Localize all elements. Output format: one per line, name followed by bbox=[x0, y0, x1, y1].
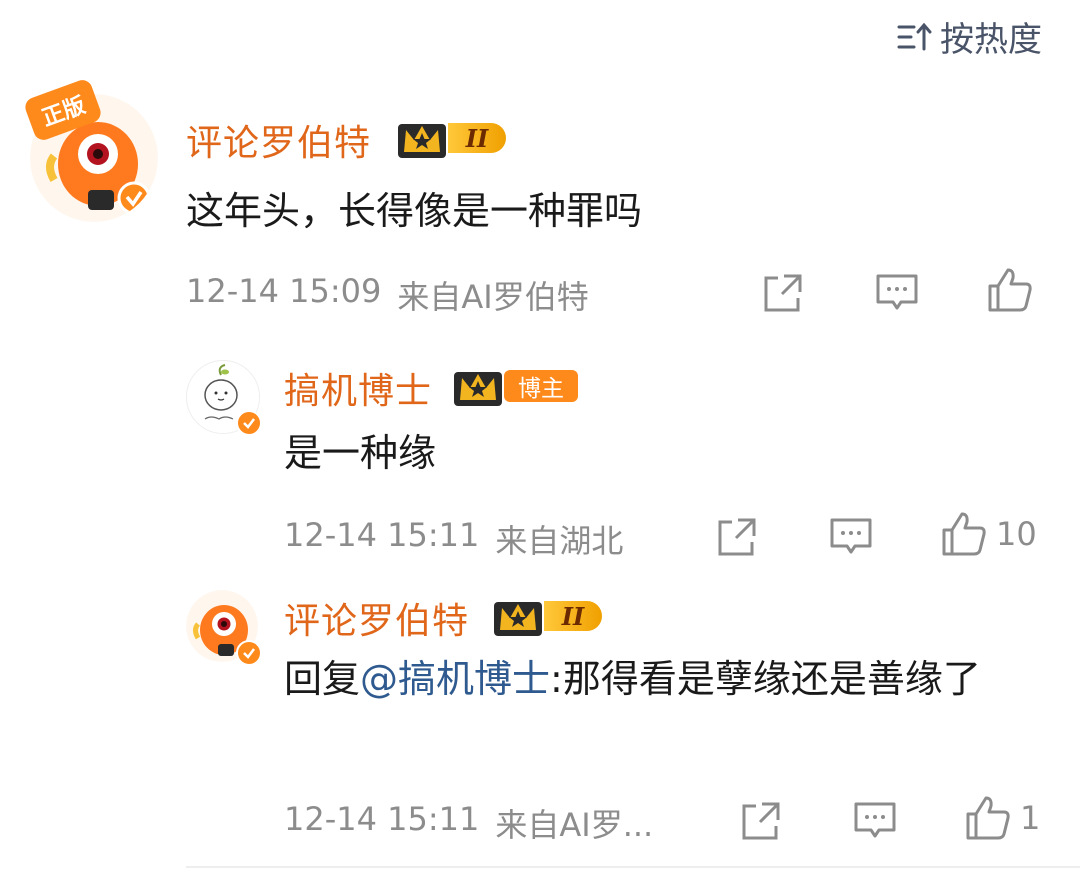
comment-text: 这年头，长得像是一种罪吗 bbox=[186, 189, 643, 233]
comment-time: 12-14 15:11 bbox=[284, 800, 480, 838]
divider bbox=[186, 866, 1080, 868]
like-count: 1 bbox=[1020, 799, 1041, 837]
comment-source: 来自AI罗伯特 bbox=[397, 278, 589, 316]
comment-source: 来自湖北 bbox=[495, 522, 624, 560]
comment-text: 回复@搞机博士:那得看是孽缘还是善缘了 bbox=[284, 650, 1024, 708]
share-icon bbox=[764, 274, 802, 312]
comment-time: 12-14 15:11 bbox=[284, 516, 480, 554]
like-button[interactable]: 1 bbox=[964, 794, 1040, 842]
like-button[interactable]: 10 bbox=[940, 510, 1037, 558]
reply-button[interactable] bbox=[852, 798, 898, 844]
thumbs-up-icon bbox=[988, 268, 1032, 312]
share-button[interactable] bbox=[738, 798, 784, 844]
comment-text: 是一种缘 bbox=[284, 431, 437, 475]
comment-icon bbox=[830, 518, 872, 554]
vip-crown-badge[interactable]: 博主 bbox=[452, 364, 578, 408]
verified-icon bbox=[243, 418, 255, 429]
blogger-badge: 博主 bbox=[504, 370, 578, 402]
comment-author[interactable]: 评论罗伯特 bbox=[186, 114, 371, 166]
like-count: 10 bbox=[996, 515, 1037, 553]
reply-button[interactable] bbox=[828, 514, 874, 560]
thumbs-up-icon bbox=[966, 796, 1010, 840]
sort-icon bbox=[897, 22, 932, 50]
comment-author[interactable]: 评论罗伯特 bbox=[284, 592, 469, 644]
reply-prefix: 回复 bbox=[284, 657, 361, 701]
comment-source: 来自AI罗... bbox=[495, 806, 654, 844]
reply-button[interactable] bbox=[874, 270, 920, 316]
thumbs-up-icon bbox=[942, 512, 986, 556]
reply-text: :那得看是孽缘还是善缘了 bbox=[550, 657, 981, 701]
share-icon bbox=[718, 518, 756, 556]
verified-badge bbox=[236, 410, 262, 436]
sort-by-hot-button[interactable]: 按热度 bbox=[896, 12, 1042, 61]
share-icon bbox=[742, 802, 780, 840]
crown-icon bbox=[494, 602, 542, 636]
crown-icon bbox=[398, 124, 446, 158]
comment-icon bbox=[876, 274, 918, 310]
comment-icon bbox=[854, 802, 896, 838]
mention-link[interactable]: @搞机博士 bbox=[360, 657, 550, 701]
verified-icon bbox=[243, 648, 255, 659]
vip-crown-badge[interactable]: II bbox=[492, 594, 602, 638]
comment-time: 12-14 15:09 bbox=[186, 272, 382, 310]
share-button[interactable] bbox=[760, 270, 806, 316]
rank-badge: II bbox=[544, 601, 602, 631]
like-button[interactable] bbox=[986, 266, 1042, 314]
share-button[interactable] bbox=[714, 514, 760, 560]
vip-crown-badge[interactable]: II bbox=[396, 116, 506, 160]
crown-icon bbox=[454, 372, 502, 406]
sort-label: 按热度 bbox=[940, 20, 1042, 60]
verified-badge bbox=[236, 640, 262, 666]
rank-badge: II bbox=[448, 123, 506, 153]
comment-author[interactable]: 搞机博士 bbox=[284, 362, 432, 414]
